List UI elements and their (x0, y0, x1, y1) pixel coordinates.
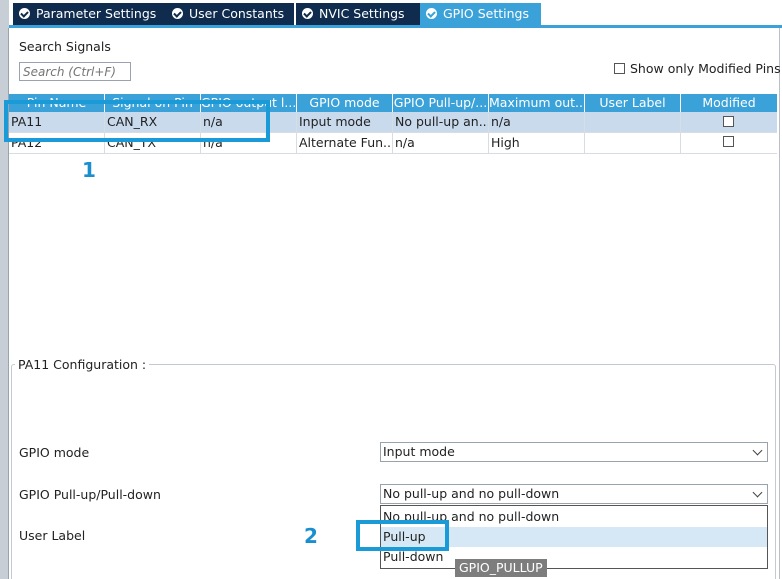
tab-label: GPIO Settings (443, 6, 529, 21)
pull-up-pull-down-value: No pull-up and no pull-down (383, 486, 560, 501)
check-circle-icon (19, 8, 30, 19)
annotation-number-2: 2 (304, 524, 318, 548)
tab-gpio-settings[interactable]: GPIO Settings (420, 3, 541, 25)
gpio-mode-select[interactable]: Input mode (380, 442, 768, 462)
pull-up-pull-down-select[interactable]: No pull-up and no pull-down (380, 484, 768, 504)
check-circle-icon (302, 8, 313, 19)
tab-label: NVIC Settings (319, 6, 405, 21)
cell-modified (681, 112, 777, 132)
search-signals-label: Search Signals (19, 39, 111, 54)
column-header-pull[interactable]: GPIO Pull-up/... (393, 94, 489, 112)
show-modified-label: Show only Modified Pins (630, 61, 781, 76)
annotation-highlight-pull-up (356, 520, 449, 551)
tab-bar: Parameter Settings User Constants NVIC S… (9, 0, 782, 27)
search-input[interactable] (19, 62, 131, 81)
cell-modified (681, 133, 777, 153)
cell-gpio-mode: Alternate Fun... (297, 133, 393, 153)
chevron-down-icon (752, 487, 763, 498)
row-divider (9, 153, 777, 154)
chevron-down-icon (752, 445, 763, 456)
annotation-number-1: 1 (82, 158, 96, 182)
column-header-user-label[interactable]: User Label (585, 94, 681, 112)
cell-pull: No pull-up an... (393, 112, 489, 132)
column-header-max-speed[interactable]: Maximum out... (489, 94, 585, 112)
cell-gpio-mode: Input mode (297, 112, 393, 132)
tab-label: User Constants (189, 6, 285, 21)
gpio-mode-label: GPIO mode (19, 445, 90, 460)
check-circle-icon (426, 8, 437, 19)
tab-label: Parameter Settings (36, 6, 157, 21)
modified-checkbox[interactable] (723, 116, 734, 127)
tab-parameter-settings[interactable]: Parameter Settings (13, 3, 166, 25)
cell-user-label (585, 112, 681, 132)
option-tooltip: GPIO_PULLUP (455, 559, 547, 577)
pull-up-pull-down-label: GPIO Pull-up/Pull-down (19, 487, 161, 502)
cell-user-label (585, 133, 681, 153)
tab-nvic-settings[interactable]: NVIC Settings (296, 3, 420, 25)
show-modified-checkbox[interactable] (614, 63, 625, 74)
annotation-highlight-row (4, 100, 270, 142)
tab-user-constants[interactable]: User Constants (166, 3, 294, 25)
pin-configuration-title: PA11 Configuration : (15, 357, 150, 372)
column-header-modified[interactable]: Modified (681, 94, 777, 112)
modified-checkbox[interactable] (723, 136, 734, 147)
check-circle-icon (172, 8, 183, 19)
gpio-mode-value: Input mode (383, 444, 455, 459)
cell-pull: n/a (393, 133, 489, 153)
cell-max-speed: n/a (489, 112, 585, 132)
cell-max-speed: High (489, 133, 585, 153)
column-header-gpio-mode[interactable]: GPIO mode (297, 94, 393, 112)
user-label-label: User Label (19, 528, 86, 543)
